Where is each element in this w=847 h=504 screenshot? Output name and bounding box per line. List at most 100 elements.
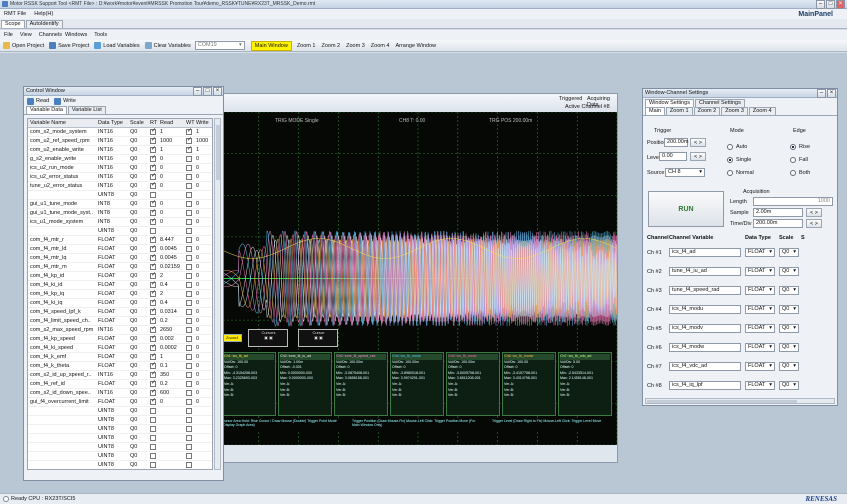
rt-checkbox[interactable] xyxy=(150,271,156,279)
channel-row[interactable]: Ch #7 ics_f4_vdc_ad FLOAT ▾ Q0 ▾ xyxy=(647,357,837,376)
channel-scale-select[interactable]: Q0 ▾ xyxy=(779,286,799,295)
data-type-cell[interactable]: INT16 xyxy=(98,390,130,396)
scale-cell[interactable]: Q0 xyxy=(130,444,150,450)
write-button[interactable]: Write xyxy=(63,98,76,104)
channel-variable-input[interactable]: ics_f4_modu xyxy=(669,305,741,314)
wt-checkbox[interactable] xyxy=(186,237,192,243)
channel-datatype-select[interactable]: FLOAT ▾ xyxy=(745,248,775,257)
wcs-hscrollbar[interactable] xyxy=(645,398,835,404)
scale-cell[interactable]: Q0 xyxy=(130,255,150,261)
table-row[interactable]: UINT8 Q0 xyxy=(28,461,212,469)
wt-checkbox[interactable] xyxy=(186,145,192,153)
rt-checkbox[interactable] xyxy=(150,444,156,450)
scale-cell[interactable]: Q0 xyxy=(130,453,150,459)
rt-checkbox[interactable] xyxy=(150,262,156,270)
data-type-cell[interactable]: INT16 xyxy=(98,156,130,162)
cursor-box-1[interactable]: Cursors ▣ ▣ xyxy=(248,329,289,347)
write-value-cell[interactable]: 0 xyxy=(196,381,199,387)
write-value-cell[interactable]: 0 xyxy=(196,399,199,405)
write-value-cell[interactable]: 0 xyxy=(196,156,199,162)
save-project-button[interactable]: Save Project xyxy=(58,43,89,49)
data-type-cell[interactable]: FLOAT xyxy=(98,246,130,252)
rt-checkbox[interactable] xyxy=(150,192,156,198)
rt-checkbox[interactable] xyxy=(150,289,156,297)
table-row[interactable]: UINT8 Q0 xyxy=(28,434,212,443)
write-value-cell[interactable]: 0 xyxy=(196,363,199,369)
data-type-cell[interactable]: UINT8 xyxy=(98,444,130,450)
rt-checkbox[interactable] xyxy=(150,307,156,315)
data-type-cell[interactable]: FLOAT xyxy=(98,336,130,342)
rt-checkbox[interactable] xyxy=(150,435,156,441)
table-row[interactable]: com_f4_kp_speedFLOATQ0 0.002 0 xyxy=(28,334,212,344)
table-row[interactable]: gui_f4_overcurrent_limitFLOATQ0 0 0 xyxy=(28,397,212,407)
scale-cell[interactable]: Q0 xyxy=(130,372,150,378)
write-value-cell[interactable]: 0 xyxy=(196,300,199,306)
write-value-cell[interactable]: 0 xyxy=(196,237,199,243)
data-type-cell[interactable]: FLOAT xyxy=(98,345,130,351)
channel-row[interactable]: Ch #3 tune_f4_speed_rad FLOAT ▾ Q0 ▾ xyxy=(647,281,837,300)
scale-cell[interactable]: Q0 xyxy=(130,417,150,423)
wt-checkbox[interactable] xyxy=(186,291,192,297)
mode-option[interactable]: Single xyxy=(727,153,754,166)
rt-checkbox[interactable] xyxy=(150,145,156,153)
edge-option[interactable]: Rise xyxy=(790,140,810,153)
zoom2-button[interactable]: Zoom 2 xyxy=(321,43,340,49)
radio-icon[interactable] xyxy=(790,156,796,163)
table-row[interactable]: com_s2_max_speed_rpmINT16Q0 2650 0 xyxy=(28,325,212,335)
channel-scale-select[interactable]: Q0 ▾ xyxy=(779,343,799,352)
variable-name-cell[interactable]: gui_u1_tune_mode_syst.. xyxy=(28,210,98,216)
table-row[interactable]: UINT8 Q0 xyxy=(28,425,212,434)
rt-checkbox[interactable] xyxy=(150,334,156,342)
table-row[interactable]: com_s2_mode_systemINT16Q0 1 1 xyxy=(28,127,212,137)
variable-name-cell[interactable]: tune_u2_error_status xyxy=(28,183,98,189)
channel-row[interactable]: Ch #5 ics_f4_modv FLOAT ▾ Q0 ▾ xyxy=(647,319,837,338)
wt-checkbox[interactable] xyxy=(186,444,192,450)
variable-name-cell[interactable]: ics_u2_error_status xyxy=(28,174,98,180)
minimize-icon[interactable]: – xyxy=(193,86,202,96)
wt-checkbox[interactable] xyxy=(186,408,192,414)
wt-checkbox[interactable] xyxy=(186,136,192,144)
scale-cell[interactable]: Q0 xyxy=(130,129,150,135)
data-type-cell[interactable]: INT8 xyxy=(98,210,130,216)
main-window-button[interactable]: Main Window xyxy=(250,40,292,51)
rt-checkbox[interactable] xyxy=(150,280,156,288)
wt-checkbox[interactable] xyxy=(186,318,192,324)
scale-cell[interactable]: Q0 xyxy=(130,408,150,414)
wt-checkbox[interactable] xyxy=(186,417,192,423)
table-row[interactable]: gui_u1_tune_modeINT8Q0 0 0 xyxy=(28,199,212,209)
wt-checkbox[interactable] xyxy=(186,255,192,261)
wt-checkbox[interactable] xyxy=(186,426,192,432)
wt-checkbox[interactable] xyxy=(186,345,192,351)
variable-name-cell[interactable]: com_f4_kp_speed xyxy=(28,336,98,342)
data-type-cell[interactable]: FLOAT xyxy=(98,291,130,297)
rt-checkbox[interactable] xyxy=(150,352,156,360)
variable-name-cell[interactable]: com_f4_limit_speed_ch.. xyxy=(28,318,98,324)
channel-datatype-select[interactable]: FLOAT ▾ xyxy=(745,324,775,333)
write-value-cell[interactable]: 0 xyxy=(196,264,199,270)
table-row[interactable]: tune_u2_error_statusINT16Q0 0 0 xyxy=(28,181,212,191)
channel-scale-select[interactable]: Q0 ▾ xyxy=(779,267,799,276)
rt-checkbox[interactable] xyxy=(150,298,156,306)
write-value-cell[interactable]: 0 xyxy=(196,255,199,261)
rt-checkbox[interactable] xyxy=(150,228,156,234)
write-value-cell[interactable]: 0 xyxy=(196,282,199,288)
rt-checkbox[interactable] xyxy=(150,136,156,144)
scale-cell[interactable]: Q0 xyxy=(130,201,150,207)
write-value-cell[interactable]: 0 xyxy=(196,183,199,189)
table-row[interactable]: com_u2_ref_speed_rpmINT16Q0 1000 1000 xyxy=(28,136,212,146)
write-value-cell[interactable]: 1000 xyxy=(196,138,208,144)
data-type-cell[interactable]: INT16 xyxy=(98,138,130,144)
variable-name-cell[interactable]: com_f4_ki_id xyxy=(28,282,98,288)
variable-name-cell[interactable]: ics_u2_run_mode xyxy=(28,165,98,171)
wt-checkbox[interactable] xyxy=(186,210,192,216)
wt-checkbox[interactable] xyxy=(186,309,192,315)
rt-checkbox[interactable] xyxy=(150,163,156,171)
variable-name-cell[interactable]: com_f4_k_emf xyxy=(28,354,98,360)
channel-row[interactable]: Ch #8 ics_f4_iq_lpf FLOAT ▾ Q0 ▾ xyxy=(647,376,837,395)
table-row[interactable]: com_f4_mtr_mFLOATQ0 0.02159 0 xyxy=(28,262,212,272)
wt-checkbox[interactable] xyxy=(186,174,192,180)
table-row[interactable]: com_f4_limit_speed_ch..FLOATQ0 0.2 0 xyxy=(28,316,212,326)
table-row[interactable]: com_f4_k_emfFLOATQ0 1 0 xyxy=(28,352,212,362)
rt-checkbox[interactable] xyxy=(150,408,156,414)
table-row[interactable]: UINT8 Q0 xyxy=(28,191,212,200)
